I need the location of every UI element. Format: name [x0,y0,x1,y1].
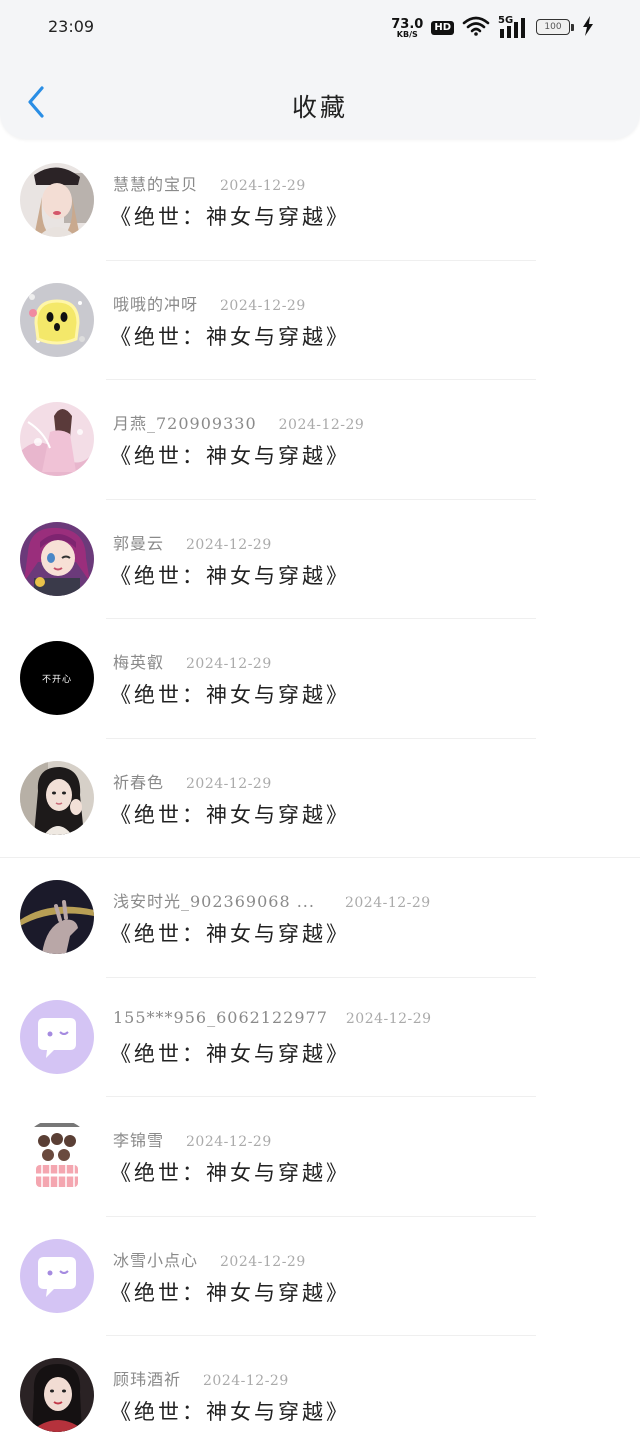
book-title[interactable]: 《绝世：神女与穿越》 [110,560,350,590]
favorite-date: 2024-12-29 [344,895,431,911]
book-title[interactable]: 《绝世：神女与穿越》 [110,201,350,231]
favorite-date: 2024-12-29 [220,178,306,194]
charging-bolt-icon [582,16,594,40]
wifi-icon [462,16,490,40]
item-meta: 月燕_720909330 2024-12-29 [113,410,364,434]
item-meta: 梅英叡 2024-12-29 [113,649,272,673]
book-title[interactable]: 《绝世：神女与穿越》 [110,1277,350,1307]
user-name: 冰雪小点心 [113,1250,199,1270]
user-name: 慧慧的宝贝 [113,175,199,194]
avatar[interactable] [20,1119,94,1193]
photo-girl-portrait-icon [20,1358,94,1432]
avatar[interactable] [20,760,94,835]
user-name: 哦哦的冲呀 [113,294,199,314]
status-time: 23:09 [48,17,95,36]
book-title[interactable]: 《绝世：神女与穿越》 [110,1038,350,1068]
book-title[interactable]: 《绝世：神女与穿越》 [110,1396,350,1426]
book-title[interactable]: 《绝世：神女与穿越》 [110,1157,350,1187]
item-meta: 哦哦的冲呀 2024-12-29 [113,291,306,315]
favorites-list: 慧慧的宝贝 2024-12-29 《绝世：神女与穿越》 哦哦的冲呀 2024-1… [0,141,640,1456]
avatar[interactable]: 不开心 [20,641,94,715]
avatar[interactable] [20,1238,94,1313]
book-title[interactable]: 《绝世：神女与穿越》 [110,440,350,470]
network-speed: 73.0 KB/S [391,18,423,39]
book-title[interactable]: 《绝世：神女与穿越》 [110,679,350,709]
user-name: 155***956_6062122977 [113,1007,328,1027]
photo-girl-red-beret-icon [20,163,94,237]
default-chat-bubble-icon [20,1238,94,1313]
user-name: 李锦雪 [113,1131,165,1150]
item-meta: 浅安时光_902369068 ... 2024-12-29 [113,888,431,912]
anime-fairy-pink-icon [20,402,94,476]
top-navigation-bar: 23:09 73.0 KB/S HD 5G 100 收藏 [0,0,640,139]
item-meta: 慧慧的宝贝 2024-12-29 [113,171,306,195]
book-title[interactable]: 《绝世：神女与穿越》 [110,799,350,829]
list-item[interactable]: 慧慧的宝贝 2024-12-29 《绝世：神女与穿越》 [0,141,640,261]
favorite-date: 2024-12-29 [220,1253,306,1270]
cartoon-chick-icon [20,282,94,357]
favorite-date: 2024-12-29 [186,536,272,553]
avatar[interactable] [20,1358,94,1432]
list-item[interactable]: 郭曼云 2024-12-29 《绝世：神女与穿越》 [0,500,640,619]
item-meta: 155***956_6062122977 2024-12-29 [113,1008,432,1027]
default-chat-bubble-icon [20,999,94,1074]
avatar[interactable] [20,999,94,1074]
list-item[interactable]: 顾玮酒祈 2024-12-29 《绝世：神女与穿越》 [0,1336,640,1456]
favorite-date: 2024-12-29 [203,1373,289,1389]
favorite-date: 2024-12-29 [186,775,272,792]
user-name: 梅英叡 [113,653,165,672]
favorite-date: 2024-12-29 [278,417,365,433]
network-speed-unit: KB/S [396,29,418,39]
user-name: 祈春色 [113,772,165,792]
user-name: 浅安时光_902369068 ... [113,892,315,911]
battery-icon: 100 [536,19,574,37]
list-item[interactable]: 月燕_720909330 2024-12-29 《绝世：神女与穿越》 [0,380,640,500]
favorite-date: 2024-12-29 [186,656,272,672]
favorite-date: 2024-12-29 [186,1134,272,1150]
black-circle-text-icon: 不开心 [41,674,72,685]
list-item[interactable]: 祈春色 2024-12-29 《绝世：神女与穿越》 [0,739,640,858]
item-meta: 郭曼云 2024-12-29 [113,530,272,554]
favorite-date: 2024-12-29 [220,297,306,314]
user-name: 顾玮酒祈 [113,1370,182,1389]
status-indicators: 73.0 KB/S HD 5G 100 [391,15,594,41]
favorite-date: 2024-12-29 [345,1010,432,1027]
user-name: 月燕_720909330 [113,414,257,433]
anime-girl-purple-icon [20,521,94,596]
item-meta: 祈春色 2024-12-29 [113,769,272,793]
page-title: 收藏 [291,93,348,122]
item-meta: 顾玮酒祈 2024-12-29 [113,1366,289,1390]
avatar[interactable] [20,163,94,237]
user-name: 郭曼云 [113,533,165,553]
hd-badge: HD [431,21,454,35]
item-meta: 冰雪小点心 2024-12-29 [113,1247,306,1271]
cartoon-group-icon [20,1119,94,1193]
list-item[interactable]: 哦哦的冲呀 2024-12-29 《绝世：神女与穿越》 [0,261,640,380]
book-title[interactable]: 《绝世：神女与穿越》 [110,321,350,351]
avatar[interactable] [20,282,94,357]
list-item[interactable]: 不开心 梅英叡 2024-12-29 《绝世：神女与穿越》 [0,619,640,739]
avatar[interactable] [20,521,94,596]
list-item[interactable]: 李锦雪 2024-12-29 《绝世：神女与穿越》 [0,1097,640,1217]
cellular-signal-icon: 5G [498,15,528,39]
list-item[interactable]: 浅安时光_902369068 ... 2024-12-29 《绝世：神女与穿越》 [0,858,640,978]
avatar[interactable] [20,880,94,954]
photo-girl-longhair-icon [20,760,94,835]
battery-level: 100 [536,19,570,35]
dark-hand-photo-icon [20,880,94,954]
item-meta: 李锦雪 2024-12-29 [113,1127,272,1151]
network-speed-value: 73.0 [391,16,424,32]
avatar[interactable] [20,402,94,476]
list-item[interactable]: 冰雪小点心 2024-12-29 《绝世：神女与穿越》 [0,1217,640,1336]
book-title[interactable]: 《绝世：神女与穿越》 [110,918,350,948]
list-item[interactable]: 155***956_6062122977 2024-12-29 《绝世：神女与穿… [0,978,640,1097]
